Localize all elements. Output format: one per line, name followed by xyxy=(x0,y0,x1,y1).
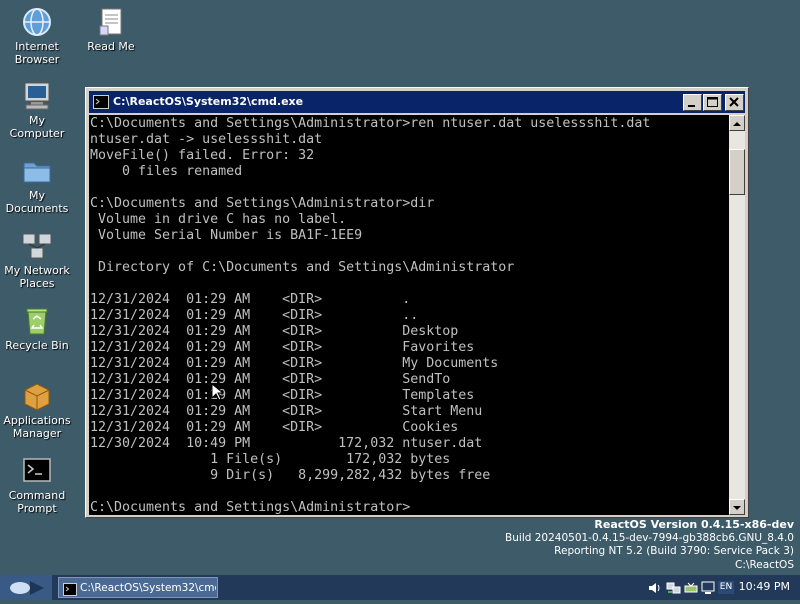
desktop-icon-label: My Documents xyxy=(5,189,69,215)
desktop-icon-command-prompt[interactable]: Command Prompt xyxy=(0,455,74,515)
build-line: Build 20240501-0.4.15-dev-7994-gb388cb6.… xyxy=(505,531,794,544)
window-title: C:\ReactOS\System32\cmd.exe xyxy=(113,95,304,108)
desktop-icon-applications-manager[interactable]: Applications Manager xyxy=(0,380,74,440)
computer-icon xyxy=(21,80,53,112)
version-watermark: ReactOS Version 0.4.15-x86-dev Build 202… xyxy=(505,518,794,572)
minimize-button[interactable] xyxy=(683,94,702,111)
console-output[interactable]: C:\Documents and Settings\Administrator>… xyxy=(89,115,729,515)
arrow-up-icon xyxy=(733,122,741,126)
taskbar-item-label: C:\ReactOS\System32\cmd... xyxy=(80,582,216,594)
system-path-line: C:\ReactOS xyxy=(735,558,794,571)
console-text: C:\Documents and Settings\Administrator>… xyxy=(90,116,651,515)
package-icon xyxy=(21,380,53,412)
close-button[interactable] xyxy=(725,94,744,111)
desktop-icon-label: My Computer xyxy=(9,114,65,140)
version-line: ReactOS Version 0.4.15-x86-dev xyxy=(594,518,794,531)
display-icon[interactable] xyxy=(701,580,715,599)
language-indicator[interactable]: EN xyxy=(718,581,734,594)
start-button[interactable] xyxy=(0,575,52,600)
reactos-logo-icon xyxy=(10,581,44,595)
desktop-icon-label: Recycle Bin xyxy=(5,339,69,352)
taskbar-clock[interactable]: 10:49 PM xyxy=(739,580,790,593)
scroll-thumb[interactable] xyxy=(729,149,745,195)
desktop-icon-read-me[interactable]: Read Me xyxy=(74,6,148,53)
desktop-icon-my-computer[interactable]: My Computer xyxy=(0,80,74,140)
recycle-bin-icon xyxy=(21,305,53,337)
close-icon xyxy=(729,97,739,107)
terminal-icon xyxy=(21,455,53,487)
mouse-cursor-icon xyxy=(211,383,223,401)
folder-icon xyxy=(21,155,53,187)
document-icon xyxy=(95,6,127,38)
taskbar: C:\ReactOS\System32\cmd... EN 10:49 PM xyxy=(0,575,800,600)
taskbar-item-cmd[interactable]: C:\ReactOS\System32\cmd... xyxy=(58,577,218,598)
desktop-icon-recycle-bin[interactable]: Recycle Bin xyxy=(0,305,74,352)
system-tray: EN 10:49 PM xyxy=(640,575,800,600)
desktop-icon-internet-browser[interactable]: Internet Browser xyxy=(0,6,74,66)
scroll-down-button[interactable] xyxy=(729,499,745,515)
scroll-up-button[interactable] xyxy=(729,115,745,131)
reporting-line: Reporting NT 5.2 (Build 3790: Service Pa… xyxy=(554,545,794,557)
maximize-icon xyxy=(707,97,718,107)
network-status-icon[interactable] xyxy=(666,580,682,599)
desktop-icon-label: Read Me xyxy=(87,40,135,53)
cmd-window[interactable]: C:\ReactOS\System32\cmd.exe C:\Documents… xyxy=(85,87,749,518)
maximize-button[interactable] xyxy=(703,94,722,111)
globe-icon xyxy=(21,6,53,38)
network-icon xyxy=(21,230,53,262)
arrow-down-icon xyxy=(733,506,741,510)
cmd-task-icon xyxy=(63,581,77,596)
vertical-scrollbar[interactable] xyxy=(729,115,745,515)
desktop-icon-label: Internet Browser xyxy=(14,40,60,66)
window-titlebar[interactable]: C:\ReactOS\System32\cmd.exe xyxy=(89,91,745,113)
desktop-icon-label: Applications Manager xyxy=(3,414,71,440)
volume-icon[interactable] xyxy=(648,580,662,599)
desktop-icon-label: Command Prompt xyxy=(8,489,66,515)
minimize-icon xyxy=(688,105,695,107)
cmd-app-icon[interactable] xyxy=(93,94,109,110)
desktop-icon-my-network-places[interactable]: My Network Places xyxy=(0,230,74,290)
desktop-icon-label: My Network Places xyxy=(4,264,70,290)
desktop-icon-my-documents[interactable]: My Documents xyxy=(0,155,74,215)
safely-remove-hardware-icon[interactable] xyxy=(684,580,698,599)
